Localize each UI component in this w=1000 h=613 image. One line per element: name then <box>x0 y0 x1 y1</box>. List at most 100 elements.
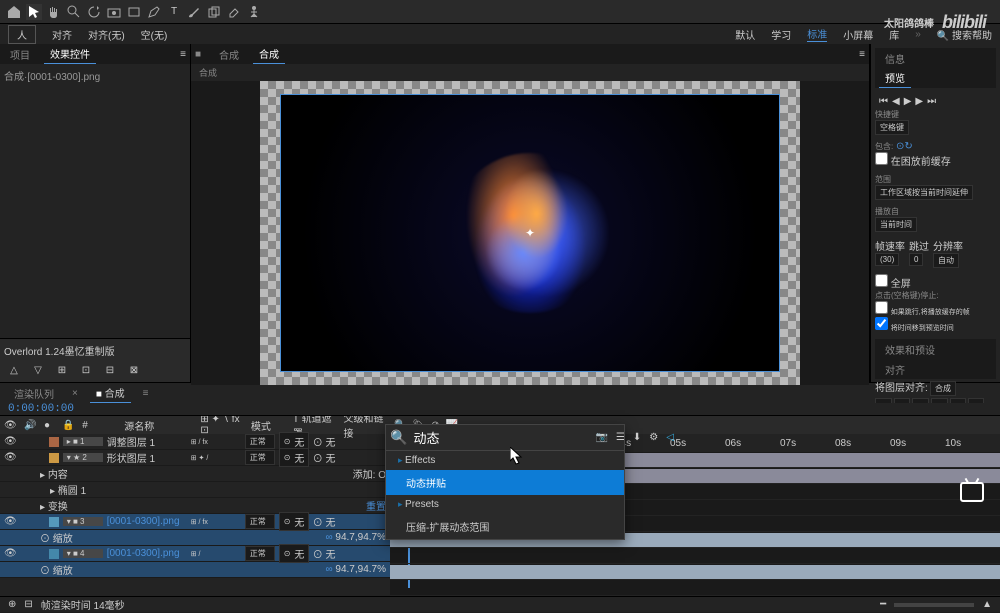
zoom-tool-icon[interactable] <box>66 4 82 20</box>
info-tab[interactable]: 信息 <box>879 49 911 68</box>
panel-menu-icon[interactable]: ≡ <box>180 49 186 60</box>
pen-tool-icon[interactable] <box>146 4 162 20</box>
note2-checkbox[interactable] <box>875 301 888 314</box>
fx-item-motion-tile[interactable]: 动态拼贴 <box>386 470 624 495</box>
tab-timeline-comp[interactable]: ■ 合成 <box>90 383 131 403</box>
hand-tool-icon[interactable] <box>46 4 62 20</box>
next-frame-icon[interactable]: ▶ <box>915 96 923 107</box>
fx-gear-icon[interactable]: ⚙ <box>649 432 658 443</box>
layer-row-1[interactable]: 👁 ▸ ■ 1 调整图层 1 ⊞ / fx 正常 ⊙ 无 ⊙ 无 <box>0 434 390 450</box>
preview-tab[interactable]: 预览 <box>879 68 911 88</box>
clone-tool-icon[interactable] <box>206 4 222 20</box>
col-mode: 模式 <box>251 418 285 433</box>
menu-align[interactable]: 对齐 <box>52 27 72 42</box>
align-tab[interactable]: 对齐 <box>879 360 911 379</box>
fx-category-presets: ▸ Presets <box>386 495 624 514</box>
center-panel: ■ 合成 合成 ≡ 合成 ✦ (46.4%) 二分之一 ▾ ⊞ ◧ ⊡ ⊙ ⊕ … <box>190 44 870 382</box>
layer-list: 👁🔊●🔒 # 源名称 ⊞ ✦ ∖ fx ⊡ 模式 T 轨道遮罩 父级和链接 👁 … <box>0 416 390 596</box>
layer-sub-scale-3[interactable]: ⊙ 缩放∞ 94.7,94.7% <box>0 530 390 546</box>
shortcut-dropdown[interactable]: 空格键 <box>875 120 909 135</box>
timeline-zoom-slider[interactable] <box>894 603 974 607</box>
text-tool-icon[interactable]: T <box>166 4 182 20</box>
layer-sub-scale-4[interactable]: ⊙ 缩放∞ 94.7,94.7% <box>0 562 390 578</box>
info-panel: 信息 预览 ⏮ ◀ ▶ ▶ ⏭ 快捷键空格键 包含: ⊙↻ 在困放前缓存 范围工… <box>870 44 1000 382</box>
layer-row-4[interactable]: 👁 ▾ ■ 4 [0001-0300].png ⊞ / 正常 ⊙ 无 ⊙ 无 <box>0 546 390 562</box>
play-icon[interactable]: ▶ <box>904 96 912 107</box>
overlord-icon-1[interactable]: △ <box>6 362 22 378</box>
tl-toggle-icon[interactable]: ⊕ <box>8 599 16 610</box>
cache-checkbox[interactable] <box>875 152 888 165</box>
loop-icon[interactable]: ↻ <box>904 141 912 152</box>
note3-checkbox[interactable] <box>875 317 888 330</box>
layer-sub-transform[interactable]: ▸ 变换重置 <box>0 498 390 514</box>
res-dropdown[interactable]: 自动 <box>933 253 959 268</box>
fx-item-compress-expand[interactable]: 压缩-扩展动态范围 <box>386 514 624 539</box>
overlord-icon-5[interactable]: ⊟ <box>102 362 118 378</box>
effects-search-popup: 🔍 📷 ☰ ⬇ ⚙ ◁ ▸ Effects 动态拼贴 ▸ Presets 压缩-… <box>385 424 625 540</box>
watermark: 太阳鸽鸽棒 bilibili <box>884 12 986 33</box>
snap-toggle[interactable]: 人 <box>8 25 36 44</box>
menu-align-mode[interactable]: 对齐(无) <box>88 27 125 42</box>
panel-menu-icon[interactable]: ≡ <box>859 49 865 60</box>
viewport[interactable]: ✦ <box>191 81 869 385</box>
overlord-panel: Overlord 1.24墨忆重制版 △ ▽ ⊞ ⊡ ⊟ ⊠ <box>0 338 190 382</box>
layer-row-3[interactable]: 👁 ▾ ■ 3 [0001-0300].png ⊞ / fx 正常 ⊙ 无 ⊙ … <box>0 514 390 530</box>
tab-comp-2[interactable]: 合成 <box>253 44 285 64</box>
range-dropdown[interactable]: 工作区域按当前时间延伸 <box>875 185 973 200</box>
effects-presets-tab[interactable]: 效果和预设 <box>879 340 941 359</box>
eraser-tool-icon[interactable] <box>226 4 242 20</box>
fx-list-icon[interactable]: ☰ <box>616 432 625 443</box>
anchor-point-icon: ✦ <box>525 226 535 240</box>
skip-dropdown[interactable]: 0 <box>909 253 923 266</box>
tl-switch-icon[interactable]: ⊟ <box>24 599 32 610</box>
fx-back-icon[interactable]: ◁ <box>666 432 674 443</box>
layer-sub-ellipse[interactable]: ▸ 椭圆 1 <box>0 482 390 498</box>
select-tool-icon[interactable] <box>26 4 42 20</box>
brush-tool-icon[interactable] <box>186 4 202 20</box>
menu-bar: 人 对齐 对齐(无) 空(无) 默认 学习 标准 小屏幕 库 » 🔍 搜索帮助 <box>0 24 1000 44</box>
workspace-standard[interactable]: 标准 <box>807 26 827 42</box>
menu-empty[interactable]: 空(无) <box>141 27 168 42</box>
layer-sub-content[interactable]: ▸ 内容添加: O <box>0 466 390 482</box>
fullscreen-checkbox[interactable] <box>875 274 888 287</box>
align-to-dropdown[interactable]: 合成 <box>930 381 956 396</box>
home-icon[interactable] <box>6 4 22 20</box>
rect-tool-icon[interactable] <box>126 4 142 20</box>
first-frame-icon[interactable]: ⏮ <box>879 96 888 107</box>
bilibili-tv-icon <box>960 482 984 502</box>
workspace-learn[interactable]: 学习 <box>771 27 791 42</box>
playfrom-dropdown[interactable]: 当前时间 <box>875 217 917 232</box>
workspace-default[interactable]: 默认 <box>735 27 755 42</box>
frame-render-time: 帧渲染时间 14毫秒 <box>41 597 125 612</box>
fx-camera-icon[interactable]: 📷 <box>595 432 607 443</box>
rotate-tool-icon[interactable] <box>86 4 102 20</box>
prev-frame-icon[interactable]: ◀ <box>892 96 900 107</box>
zoom-out-icon[interactable]: ━ <box>880 599 886 610</box>
fx-search-input[interactable] <box>413 430 589 445</box>
puppet-tool-icon[interactable] <box>246 4 262 20</box>
bilibili-logo: bilibili <box>942 12 986 33</box>
search-icon: 🔍 <box>390 429 407 446</box>
tab-comp-1[interactable]: 合成 <box>213 45 245 64</box>
current-timecode[interactable]: 0:00:00:00 <box>0 403 82 415</box>
overlord-icon-2[interactable]: ▽ <box>30 362 46 378</box>
overlord-title: Overlord 1.24墨忆重制版 <box>4 343 186 358</box>
fps-dropdown[interactable]: (30) <box>875 253 899 266</box>
tab-project[interactable]: 项目 <box>4 45 36 64</box>
overlord-icon-6[interactable]: ⊠ <box>126 362 142 378</box>
zoom-in-icon[interactable]: ▲ <box>982 599 992 610</box>
fx-category-effects: ▸ Effects <box>386 451 624 470</box>
fx-download-icon[interactable]: ⬇ <box>633 432 641 443</box>
overlord-icon-4[interactable]: ⊡ <box>78 362 94 378</box>
workspace-small[interactable]: 小屏幕 <box>843 27 873 42</box>
comp-breadcrumb: 合成 <box>191 64 869 81</box>
composition-canvas[interactable]: ✦ <box>280 94 780 372</box>
left-panel: 项目 效果控件 ≡ 合成·[0001-0300].png Overlord 1.… <box>0 44 190 382</box>
camera-tool-icon[interactable] <box>106 4 122 20</box>
last-frame-icon[interactable]: ⏭ <box>927 96 936 107</box>
tab-render-queue[interactable]: 渲染队列 <box>8 384 60 403</box>
col-name: 源名称 <box>124 418 192 433</box>
tab-effect-controls[interactable]: 效果控件 <box>44 44 96 64</box>
overlord-icon-3[interactable]: ⊞ <box>54 362 70 378</box>
layer-row-2[interactable]: 👁 ▾ ★ 2 形状图层 1 ⊞ ✦ / 正常 ⊙ 无 ⊙ 无 <box>0 450 390 466</box>
